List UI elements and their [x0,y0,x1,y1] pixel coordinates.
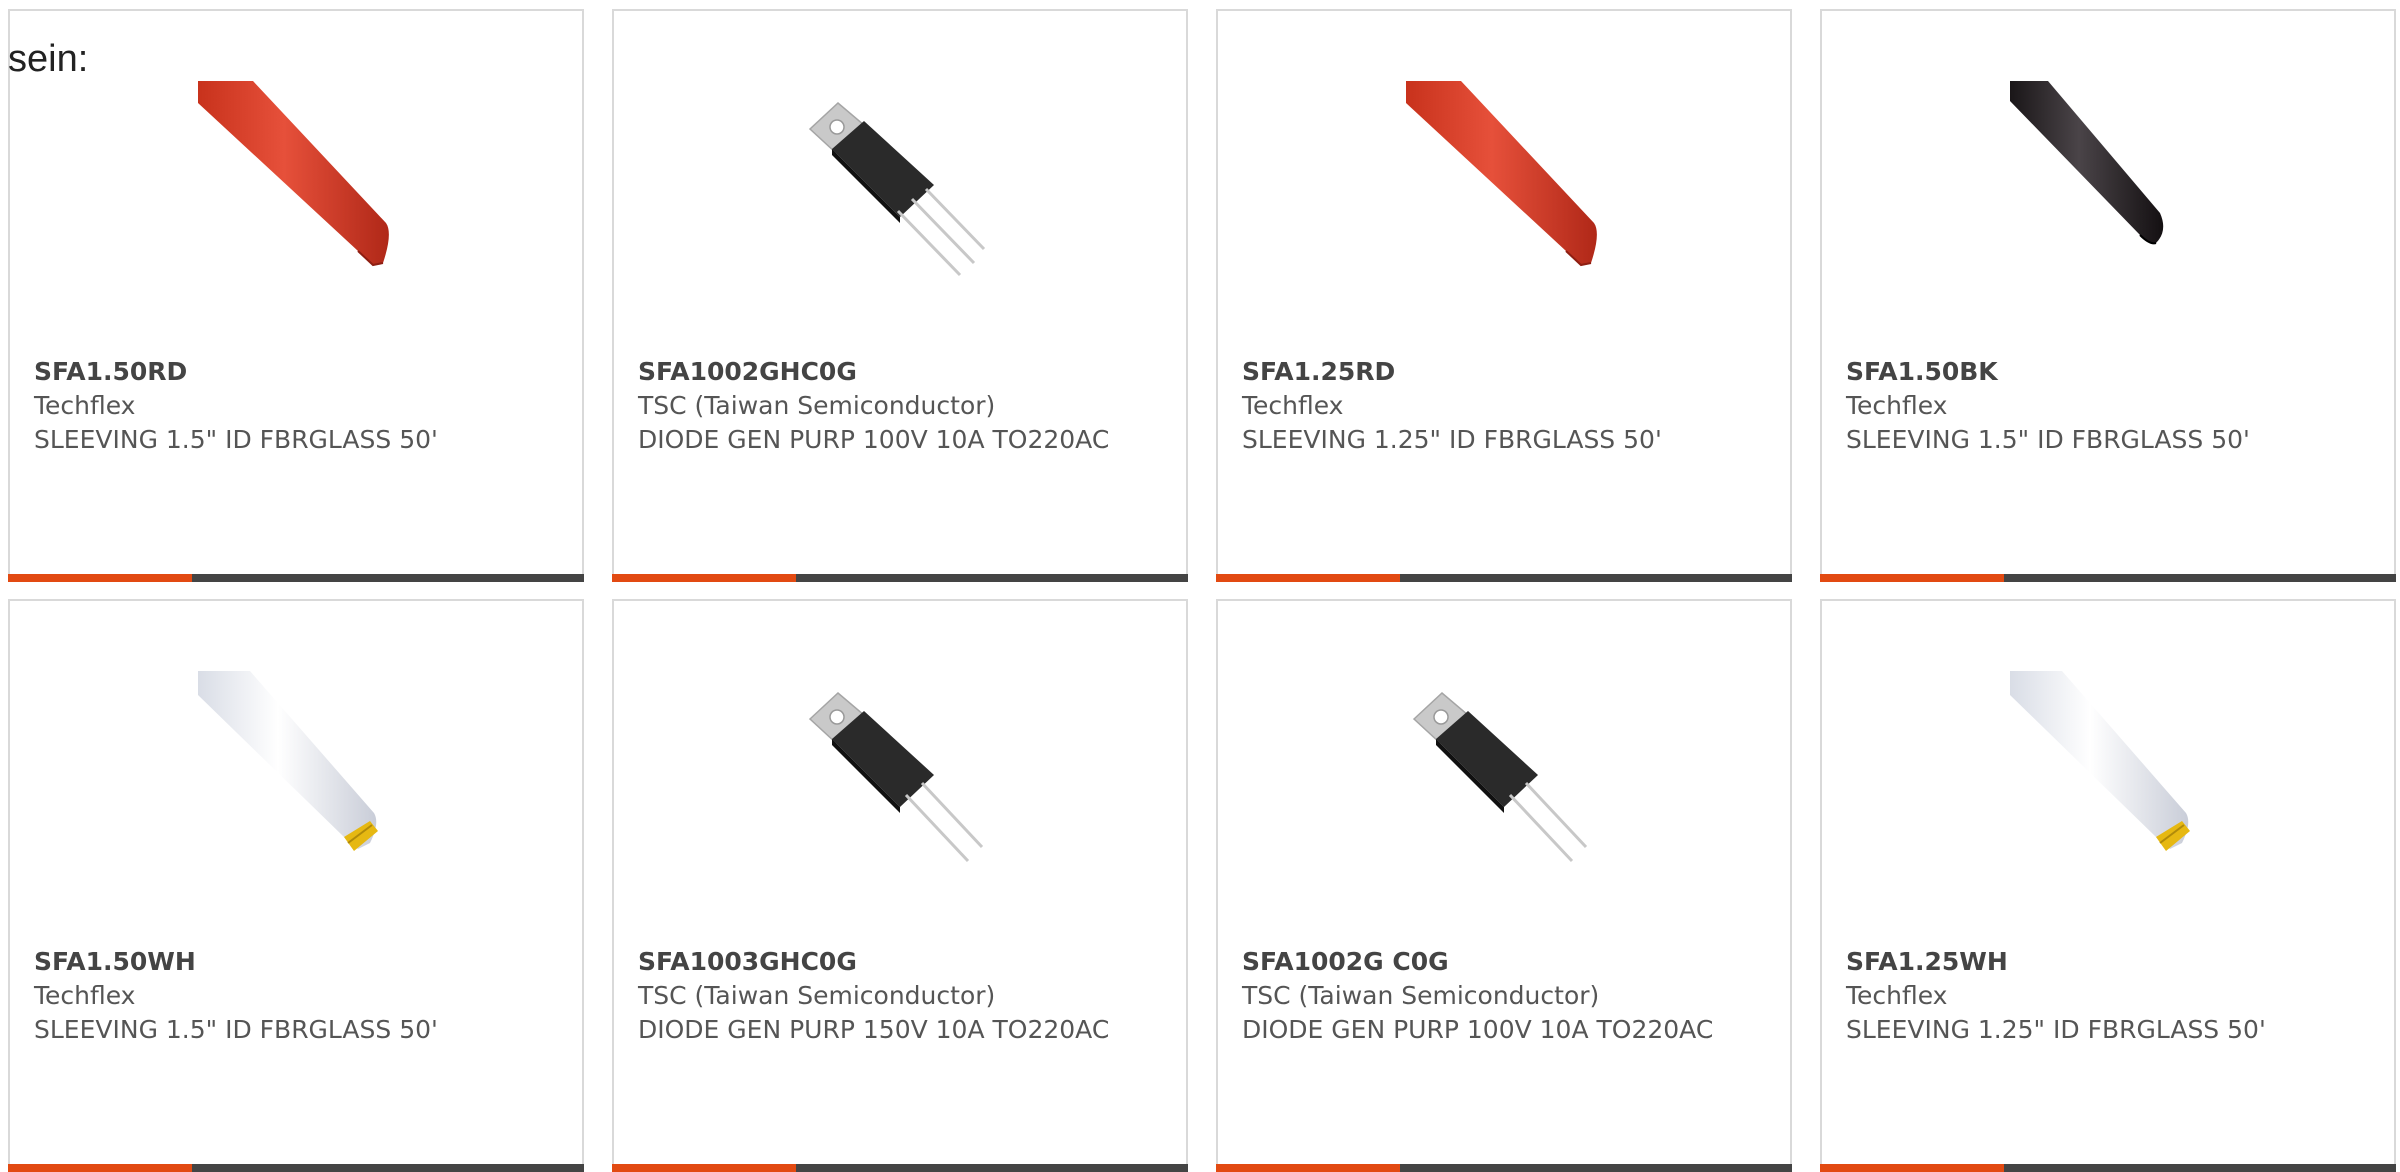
part-number-link[interactable]: SFA1.50BK [1846,355,2374,389]
to220-diode-image[interactable] [802,671,1002,871]
part-number-link[interactable]: SFA1002GHC0G [638,355,1166,389]
to220-diode-image[interactable] [1406,671,1606,871]
description-label: SLEEVING 1.5" ID FBRGLASS 50' [1846,425,2250,454]
manufacturer-label: Techflex [1242,391,1344,420]
accent-bar [1216,574,1400,582]
description-label: DIODE GEN PURP 100V 10A TO220AC [1242,1015,1714,1044]
card-footer-bar [1820,574,2396,582]
manufacturer-label: Techflex [34,981,136,1010]
accent-bar [612,1164,796,1172]
card-footer-bar [1216,1164,1792,1172]
part-number-link[interactable]: SFA1002G C0G [1242,945,1770,979]
white-sleeving-image[interactable] [2010,671,2210,871]
product-card[interactable]: SFA1002G C0G TSC (Taiwan Semiconductor) … [1216,599,1792,1172]
red-sleeving-image[interactable] [198,81,398,281]
accent-bar [1820,574,2004,582]
card-footer-bar [612,1164,1188,1172]
product-card[interactable]: SFA1002GHC0G TSC (Taiwan Semiconductor) … [612,9,1188,582]
product-card[interactable]: SFA1.25RD Techflex SLEEVING 1.25" ID FBR… [1216,9,1792,582]
manufacturer-label: TSC (Taiwan Semiconductor) [638,391,996,420]
card-footer-bar [8,1164,584,1172]
description-label: SLEEVING 1.25" ID FBRGLASS 50' [1242,425,1662,454]
card-footer-bar [612,574,1188,582]
intro-text: sein: [8,38,89,80]
description-label: SLEEVING 1.5" ID FBRGLASS 50' [34,1015,438,1044]
description-label: SLEEVING 1.25" ID FBRGLASS 50' [1846,1015,2266,1044]
product-card[interactable]: SFA1.50BK Techflex SLEEVING 1.5" ID FBRG… [1820,9,2396,582]
manufacturer-label: Techflex [1846,391,1948,420]
product-card[interactable]: SFA1003GHC0G TSC (Taiwan Semiconductor) … [612,599,1188,1172]
description-label: DIODE GEN PURP 100V 10A TO220AC [638,425,1110,454]
card-footer-bar [1216,574,1792,582]
manufacturer-label: TSC (Taiwan Semiconductor) [638,981,996,1010]
part-number-link[interactable]: SFA1.25WH [1846,945,2374,979]
accent-bar [8,1164,192,1172]
manufacturer-label: Techflex [1846,981,1948,1010]
accent-bar [1820,1164,2004,1172]
part-number-link[interactable]: SFA1003GHC0G [638,945,1166,979]
card-footer-bar [8,574,584,582]
product-card[interactable]: SFA1.50WH Techflex SLEEVING 1.5" ID FBRG… [8,599,584,1172]
description-label: DIODE GEN PURP 150V 10A TO220AC [638,1015,1110,1044]
part-number-link[interactable]: SFA1.50RD [34,355,562,389]
manufacturer-label: TSC (Taiwan Semiconductor) [1242,981,1600,1010]
part-number-link[interactable]: SFA1.25RD [1242,355,1770,389]
to220-diode-image[interactable] [802,81,1002,281]
black-sleeving-image[interactable] [2010,81,2210,281]
accent-bar [612,574,796,582]
white-sleeving-image[interactable] [198,671,398,871]
part-number-link[interactable]: SFA1.50WH [34,945,562,979]
red-sleeving-image[interactable] [1406,81,1606,281]
card-footer-bar [1820,1164,2396,1172]
description-label: SLEEVING 1.5" ID FBRGLASS 50' [34,425,438,454]
product-card[interactable]: SFA1.25WH Techflex SLEEVING 1.25" ID FBR… [1820,599,2396,1172]
accent-bar [8,574,192,582]
manufacturer-label: Techflex [34,391,136,420]
product-card[interactable]: SFA1.50RD Techflex SLEEVING 1.5" ID FBRG… [8,9,584,582]
accent-bar [1216,1164,1400,1172]
